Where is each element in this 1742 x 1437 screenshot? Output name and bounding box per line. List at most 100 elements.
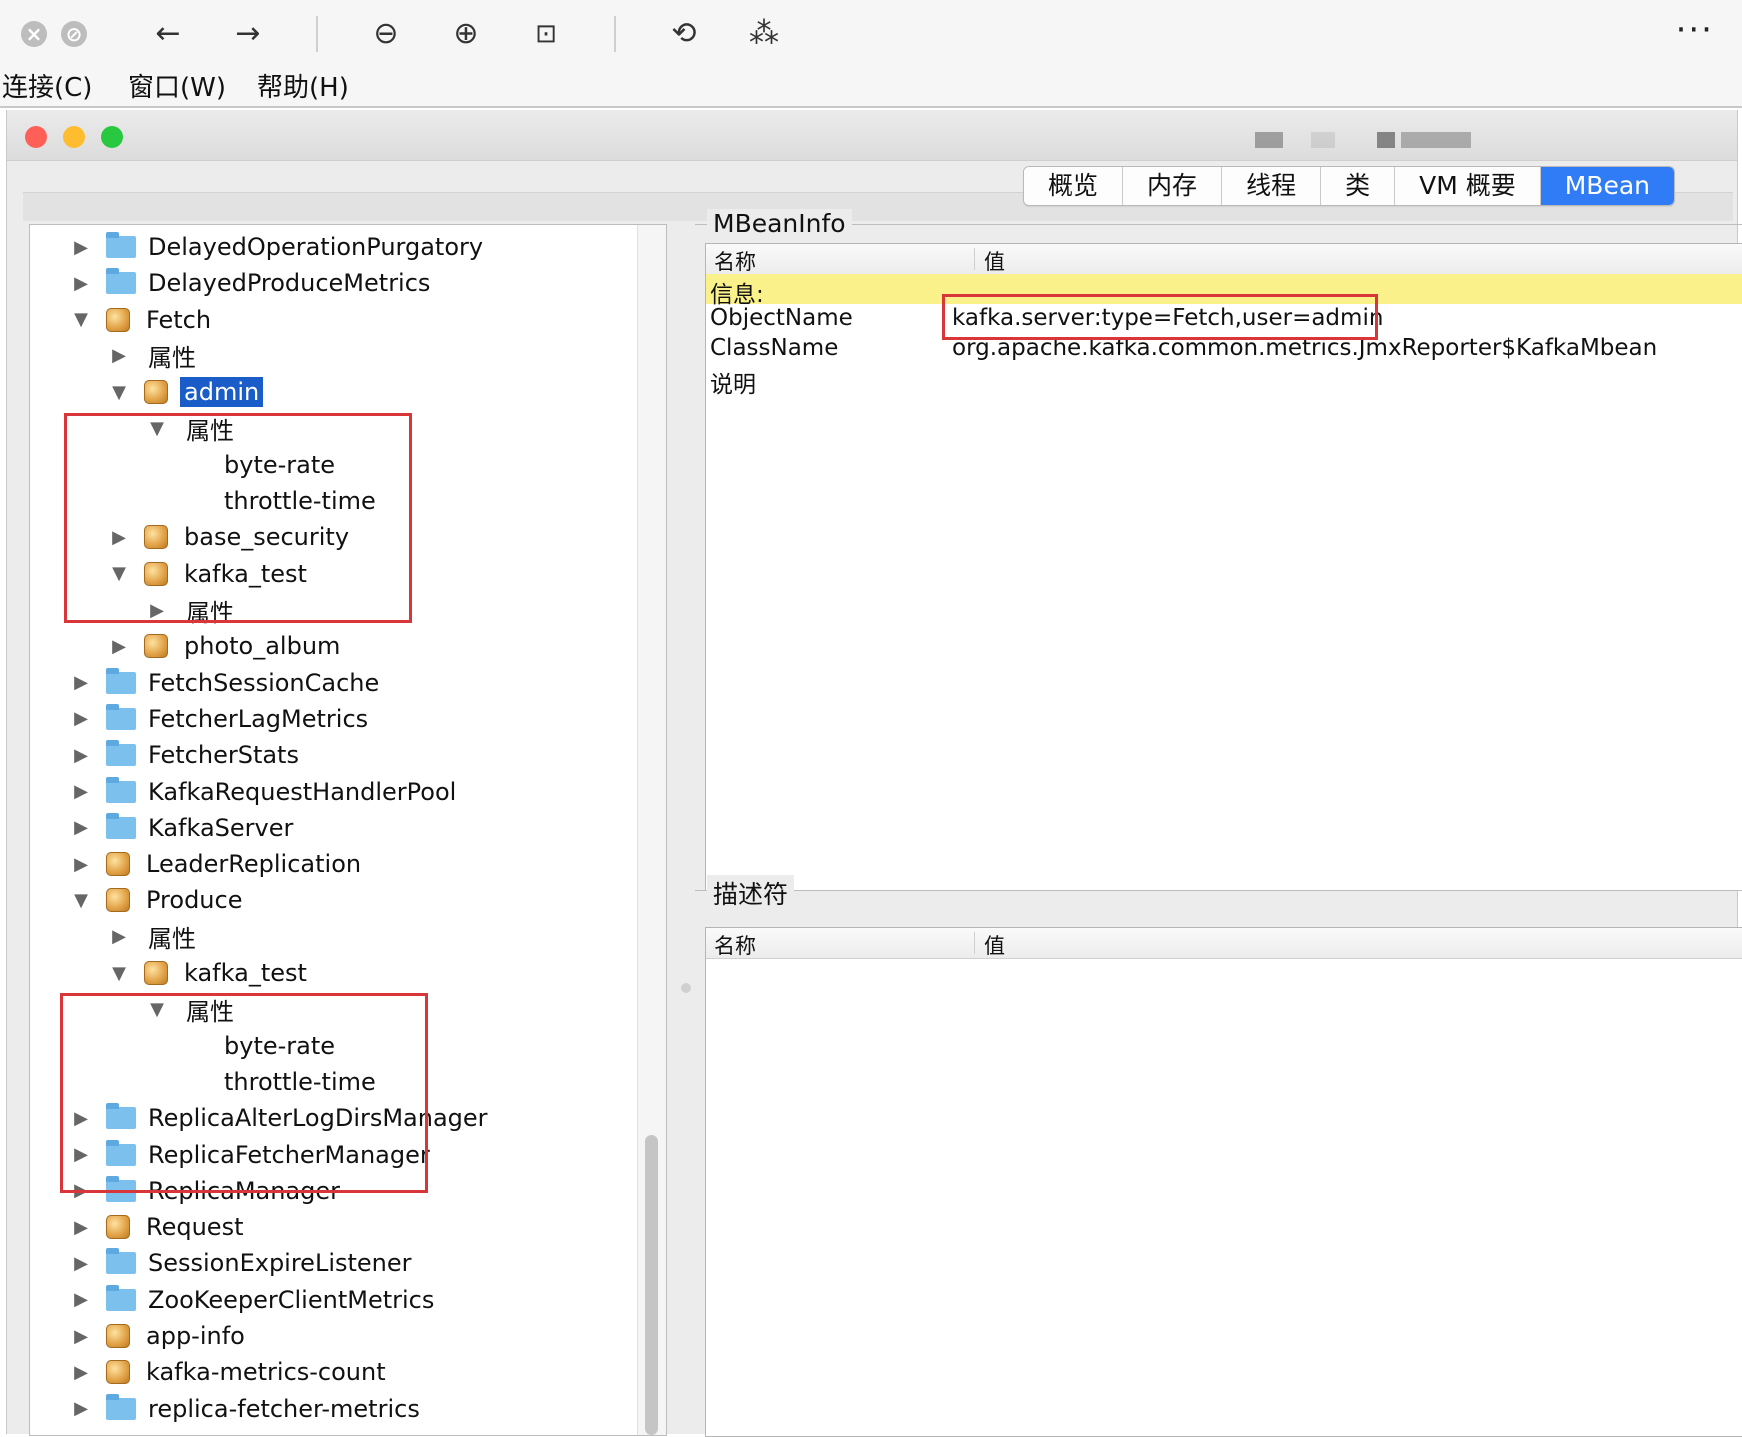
toolbar-separator (316, 16, 318, 52)
window-title-redacted (1377, 132, 1395, 148)
tree-node-label: app-info (146, 1322, 245, 1350)
folder-icon (106, 268, 136, 295)
collapse-triangle-icon[interactable]: ▶ (70, 1398, 92, 1419)
bean-icon (106, 888, 130, 913)
collapse-triangle-icon[interactable]: ▶ (70, 237, 92, 258)
column-header-name[interactable]: 名称 (714, 930, 756, 960)
mbeaninfo-group: MBeanInfo 名称 值 信息: ObjectName kafka.serv… (695, 209, 1742, 891)
tree-node-sessionexpirelistener[interactable]: ▶ SessionExpireListener (70, 1245, 416, 1281)
tree-node-kafka-test[interactable]: ▼ kafka_test (108, 955, 311, 991)
tab-memory[interactable]: 内存 (1123, 167, 1223, 205)
bean-icon (106, 307, 130, 332)
zoom-out-icon[interactable]: ⊖ (366, 14, 406, 54)
window-titlebar (7, 110, 1737, 161)
highlight-box-produce (60, 993, 428, 1193)
collapse-triangle-icon[interactable]: ▶ (70, 1289, 92, 1310)
collapse-triangle-icon[interactable]: ▶ (108, 345, 130, 366)
folder-icon (106, 740, 136, 767)
tree-node-kafkaserver[interactable]: ▶ KafkaServer (70, 810, 297, 846)
collapse-triangle-icon[interactable]: ▶ (70, 672, 92, 693)
tree-node-delayedproducemetrics[interactable]: ▶ DelayedProduceMetrics (70, 265, 434, 301)
expand-triangle-icon[interactable]: ▼ (70, 890, 92, 911)
rotate-icon[interactable]: ⟲ (664, 14, 704, 54)
split-divider-handle[interactable] (681, 983, 691, 993)
menu-help[interactable]: 帮助(H) (257, 70, 349, 106)
stop-circle-icon[interactable]: ⊘ (61, 21, 87, 47)
folder-icon (106, 703, 136, 730)
close-circle-icon[interactable]: × (21, 21, 47, 47)
menu-connection[interactable]: 连接(C) (2, 70, 92, 106)
expand-triangle-icon[interactable]: ▼ (108, 382, 130, 403)
tab-vm-summary[interactable]: VM 概要 (1395, 167, 1541, 205)
tab-threads[interactable]: 线程 (1222, 167, 1322, 205)
collapse-triangle-icon[interactable]: ▶ (70, 817, 92, 838)
collapse-triangle-icon[interactable]: ▶ (70, 1326, 92, 1347)
collapse-triangle-icon[interactable]: ▶ (70, 1253, 92, 1274)
collapse-triangle-icon[interactable]: ▶ (70, 708, 92, 729)
collapse-triangle-icon[interactable]: ▶ (70, 781, 92, 802)
column-divider (974, 248, 975, 270)
collapse-triangle-icon[interactable]: ▶ (70, 745, 92, 766)
actual-size-icon[interactable]: ⊡ (526, 14, 566, 54)
tree-node-admin[interactable]: ▼ admin (108, 374, 264, 410)
tree-node-replica-fetcher-metrics[interactable]: ▶ replica-fetcher-metrics (70, 1391, 424, 1427)
expand-triangle-icon[interactable]: ▼ (108, 963, 130, 984)
tree-node-label: DelayedProduceMetrics (148, 269, 431, 298)
tree-node-produce[interactable]: ▼ Produce (70, 882, 246, 918)
highlight-box-objectname (942, 294, 1378, 340)
tree-node-attributes[interactable]: ▶ 属性 (108, 338, 200, 374)
tree-node-label: Request (146, 1213, 244, 1242)
tree-node-fetcherlagmetrics[interactable]: ▶ FetcherLagMetrics (70, 701, 372, 737)
expand-triangle-icon[interactable]: ▼ (70, 309, 92, 330)
bean-icon (106, 1215, 130, 1240)
tree-node-kafka-metrics-count[interactable]: ▶ kafka-metrics-count (70, 1354, 390, 1390)
table-row[interactable]: 说明 (706, 364, 1742, 398)
column-divider (974, 932, 975, 954)
tree-node-request[interactable]: ▶ Request (70, 1209, 248, 1245)
tree-node-kafkarequesthandlerpool[interactable]: ▶ KafkaRequestHandlerPool (70, 774, 460, 810)
tree-node-label: DelayedOperationPurgatory (148, 233, 484, 261)
arrow-left-icon[interactable]: ← (148, 14, 188, 54)
highlight-box-fetch (64, 413, 412, 623)
close-button[interactable] (25, 126, 47, 148)
collapse-triangle-icon[interactable]: ▶ (108, 636, 130, 657)
descriptor-header: 名称 值 (706, 928, 1742, 959)
collapse-triangle-icon[interactable]: ▶ (70, 1362, 92, 1383)
column-header-value[interactable]: 值 (984, 246, 1005, 276)
more-icon[interactable]: ··· (1676, 10, 1714, 50)
arrow-right-icon[interactable]: → (228, 14, 268, 54)
zoom-in-icon[interactable]: ⊕ (446, 14, 486, 54)
tree-node-fetcherstats[interactable]: ▶ FetcherStats (70, 737, 303, 773)
folder-icon (106, 1393, 136, 1420)
bean-icon (106, 852, 130, 877)
mbeaninfo-header: 名称 值 (706, 244, 1742, 275)
tree-node-label: FetchSessionCache (148, 668, 380, 697)
column-header-name[interactable]: 名称 (714, 246, 756, 276)
tree-node-leaderreplication[interactable]: ▶ LeaderReplication (70, 846, 365, 882)
collapse-triangle-icon[interactable]: ▶ (70, 273, 92, 294)
tree-node-label: kafka_test (184, 959, 307, 987)
folder-icon (106, 1284, 136, 1311)
menu-window[interactable]: 窗口(W) (128, 70, 226, 106)
tree-node-zookeeperclientmetrics[interactable]: ▶ ZooKeeperClientMetrics (70, 1282, 438, 1318)
tree-node-photo-album[interactable]: ▶ photo_album (108, 628, 344, 664)
collapse-triangle-icon[interactable]: ▶ (108, 926, 130, 947)
tree-node-fetchsessioncache[interactable]: ▶ FetchSessionCache (70, 665, 383, 701)
tree-scrollbar[interactable] (637, 225, 666, 1435)
collapse-triangle-icon[interactable]: ▶ (70, 854, 92, 875)
tab-overview[interactable]: 概览 (1024, 167, 1124, 205)
tree-node-app-info[interactable]: ▶ app-info (70, 1318, 249, 1354)
tree-node-fetch[interactable]: ▼ Fetch (70, 302, 215, 338)
row-name: ClassName (710, 335, 839, 361)
collapse-triangle-icon[interactable]: ▶ (70, 1217, 92, 1238)
tree-scroll-thumb[interactable] (645, 1135, 658, 1435)
tree-node-delayedoperationpurgatory[interactable]: ▶ DelayedOperationPurgatory (70, 229, 487, 265)
tree-node-attributes[interactable]: ▶ 属性 (108, 919, 200, 955)
tab-mbean[interactable]: MBean (1540, 167, 1674, 205)
magic-wand-icon[interactable]: ⁂ (744, 14, 784, 54)
tab-classes[interactable]: 类 (1321, 167, 1396, 205)
minimize-button[interactable] (63, 126, 85, 148)
column-header-value[interactable]: 值 (984, 930, 1005, 960)
zoom-button[interactable] (101, 126, 123, 148)
tree-node-label: FetcherStats (148, 741, 299, 770)
